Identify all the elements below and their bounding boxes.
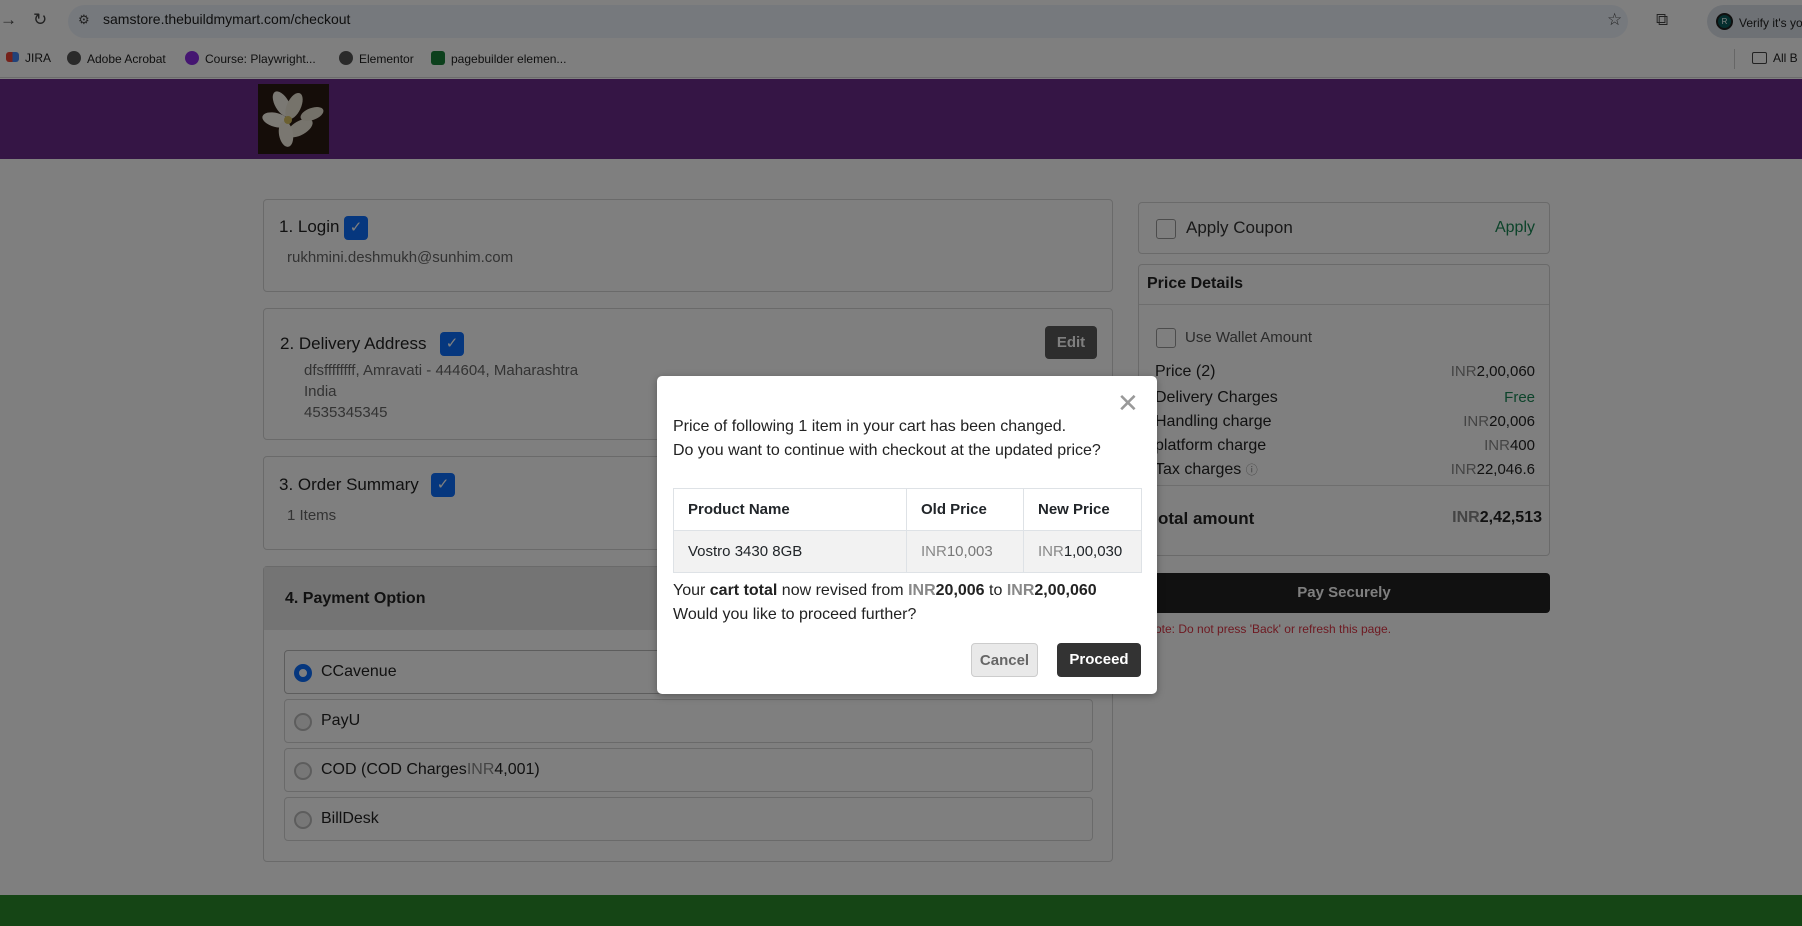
proceed-button[interactable]: Proceed <box>1057 643 1141 677</box>
product-name-cell: Vostro 3430 8GB <box>673 530 907 573</box>
modal-message-line1: Price of following 1 item in your cart h… <box>673 418 1067 435</box>
proceed-question: Would you like to proceed further? <box>673 606 917 623</box>
close-icon[interactable]: ✕ <box>1117 390 1139 416</box>
old-price-cell: INR10,003 <box>906 530 1024 573</box>
new-price-cell: INR1,00,030 <box>1023 530 1142 573</box>
price-change-table: Product Name Old Price New Price Vostro … <box>673 488 1142 573</box>
modal-message-line2: Do you want to continue with checkout at… <box>673 442 1101 459</box>
cancel-button[interactable]: Cancel <box>971 643 1038 677</box>
price-change-modal: ✕ Price of following 1 item in your cart… <box>657 376 1157 694</box>
table-header: Old Price <box>906 488 1024 531</box>
table-header: Product Name <box>673 488 907 531</box>
revised-total-text: Your cart total now revised from INR20,0… <box>673 582 1097 599</box>
table-header-row: Product Name Old Price New Price <box>673 488 1142 531</box>
table-header: New Price <box>1023 488 1142 531</box>
table-row: Vostro 3430 8GB INR10,003 INR1,00,030 <box>673 530 1142 573</box>
